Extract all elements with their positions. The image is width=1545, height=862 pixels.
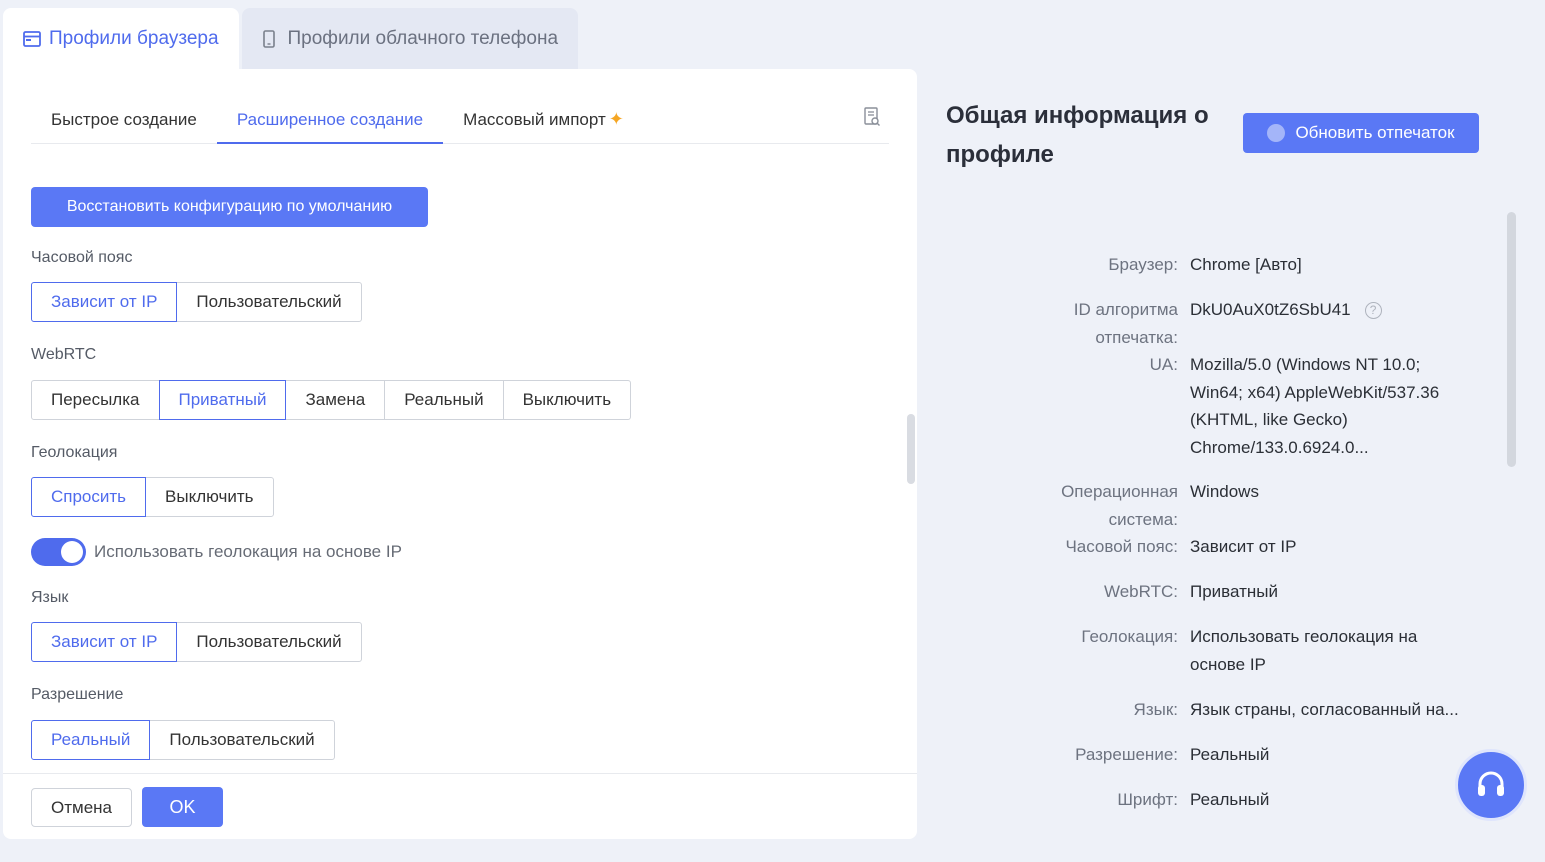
profile-settings-panel: Быстрое создание Расширенное создание Ма… — [3, 69, 917, 839]
resolution-option-real[interactable]: Реальный — [31, 720, 151, 760]
sparkle-icon: ✦ — [608, 109, 624, 129]
info-key: Геолокация: — [1081, 627, 1178, 646]
refresh-fingerprint-button[interactable]: Обновить отпечаток — [1243, 113, 1479, 153]
info-key: Разрешение: — [1075, 745, 1178, 764]
webrtc-label: WebRTC — [31, 346, 97, 363]
info-value: Зависит от IP — [1190, 537, 1297, 556]
webrtc-option-private[interactable]: Приватный — [158, 380, 287, 420]
webrtc-option-replace[interactable]: Замена — [285, 380, 386, 420]
headset-icon — [1478, 771, 1504, 796]
info-value: Язык страны, согласованный на... — [1190, 700, 1459, 719]
info-scrollbar[interactable] — [1507, 212, 1516, 467]
webrtc-option-disable[interactable]: Выключить — [502, 380, 632, 420]
resolution-option-custom[interactable]: Пользовательский — [149, 720, 335, 760]
geolocation-option-disable[interactable]: Выключить — [145, 477, 274, 517]
language-selector: Зависит от IP Пользовательский — [31, 622, 362, 662]
support-button[interactable] — [1455, 749, 1527, 821]
language-option-custom[interactable]: Пользовательский — [176, 622, 362, 662]
info-value: Использовать геолокация на основе IP — [1190, 627, 1418, 674]
tab-browser-profiles-label: Профили браузера — [49, 27, 219, 49]
tab-bulk-import-label: Массовый импорт — [463, 110, 606, 129]
info-value: Реальный — [1190, 790, 1270, 809]
language-option-ip[interactable]: Зависит от IP — [31, 622, 178, 662]
top-tabs: Профили браузера Профили облачного телеф… — [3, 8, 579, 69]
creation-mode-tabs: Быстрое создание Расширенное создание Ма… — [31, 99, 889, 144]
webrtc-option-forward[interactable]: Пересылка — [31, 380, 160, 420]
info-value: Mozilla/5.0 (Windows NT 10.0; Win64; x64… — [1190, 355, 1440, 457]
timezone-label: Часовой пояс — [31, 249, 133, 266]
tab-browser-profiles[interactable]: Профили браузера — [3, 8, 239, 69]
settings-scrollbar[interactable] — [907, 414, 915, 484]
tab-advanced-create[interactable]: Расширенное создание — [216, 99, 444, 144]
tab-quick-create[interactable]: Быстрое создание — [31, 99, 217, 143]
info-key: Операционная система: — [1061, 482, 1178, 529]
ok-button[interactable]: OK — [142, 787, 223, 827]
info-key: Браузер: — [1108, 255, 1178, 274]
language-label: Язык — [31, 589, 69, 606]
info-value: Реальный — [1190, 745, 1270, 764]
phone-icon — [262, 29, 280, 48]
info-key: ID алгоритма отпечатка: — [1073, 300, 1178, 347]
info-value: Windows — [1190, 482, 1259, 501]
cancel-button[interactable]: Отмена — [31, 788, 132, 827]
restore-default-config-button[interactable]: Восстановить конфигурацию по умолчанию — [31, 187, 428, 227]
webrtc-selector: Пересылка Приватный Замена Реальный Выкл… — [31, 380, 632, 420]
tab-cloud-phone-profiles-label: Профили облачного телефона — [287, 27, 559, 49]
info-value: DkU0AuX0tZ6SbU41 — [1190, 300, 1351, 319]
document-search-icon[interactable] — [863, 107, 881, 127]
dialog-footer: Отмена OK — [3, 773, 917, 839]
browser-window-icon — [23, 30, 41, 48]
tab-bulk-import[interactable]: Массовый импорт ✦ — [443, 99, 644, 143]
geolocation-label: Геолокация — [31, 444, 118, 461]
geo-ip-toggle-row: Использовать геолокация на основе IP — [31, 538, 402, 566]
profile-info-panel: Общая информация о профиле Обновить отпе… — [917, 69, 1519, 839]
geolocation-selector: Спросить Выключить — [31, 477, 274, 517]
tab-cloud-phone-profiles[interactable]: Профили облачного телефона — [241, 8, 579, 69]
geo-ip-toggle-label: Использовать геолокация на основе IP — [94, 542, 402, 561]
info-value: Chrome [Авто] — [1190, 255, 1302, 274]
timezone-option-custom[interactable]: Пользовательский — [176, 282, 362, 322]
timezone-selector: Зависит от IP Пользовательский — [31, 282, 362, 322]
geolocation-option-ask[interactable]: Спросить — [31, 477, 147, 517]
resolution-selector: Реальный Пользовательский — [31, 720, 335, 760]
refresh-fingerprint-label: Обновить отпечаток — [1295, 123, 1455, 142]
info-key: WebRTC: — [1103, 582, 1178, 601]
geo-ip-toggle[interactable] — [31, 538, 86, 566]
profile-info-title: Общая информация о профиле — [946, 102, 1209, 168]
webrtc-option-real[interactable]: Реальный — [384, 380, 504, 420]
timezone-option-ip[interactable]: Зависит от IP — [31, 282, 178, 322]
info-key: Язык: — [1133, 700, 1178, 719]
info-key: Часовой пояс: — [1065, 537, 1178, 556]
help-icon[interactable]: ? — [1364, 302, 1382, 320]
info-value-wrap: DkU0AuX0tZ6SbU41? — [1190, 296, 1480, 324]
toggle-knob — [61, 541, 83, 563]
info-key: Шрифт: — [1117, 790, 1178, 809]
resolution-label: Разрешение — [31, 686, 124, 703]
info-value: Приватный — [1190, 582, 1278, 601]
info-key: UA: — [1149, 355, 1178, 374]
fingerprint-icon — [1267, 124, 1286, 142]
